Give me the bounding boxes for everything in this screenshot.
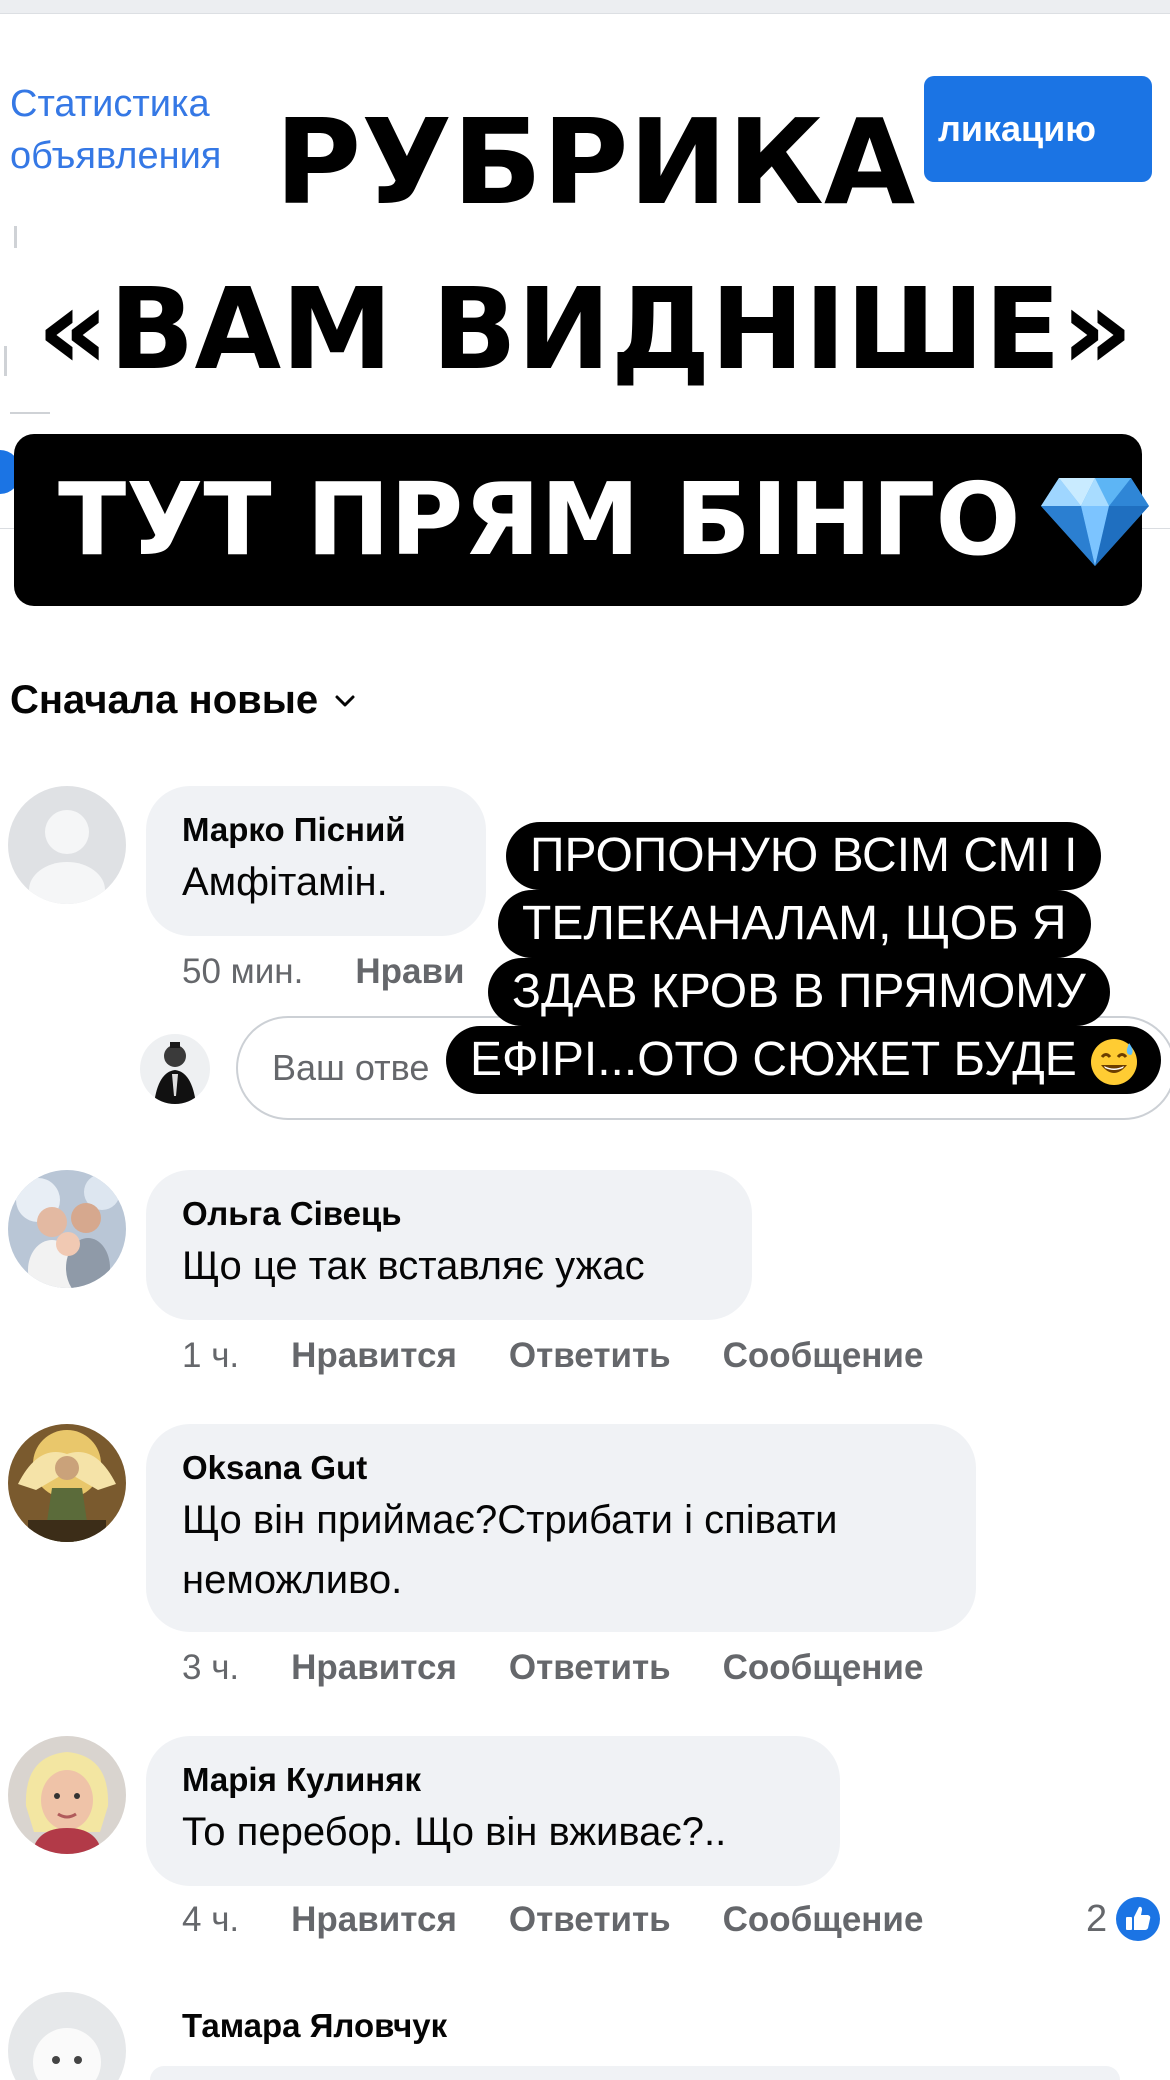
chevron-down-icon bbox=[335, 695, 355, 706]
comment-time[interactable]: 1 ч. bbox=[182, 1336, 239, 1376]
reaction-count-value: 2 bbox=[1086, 1897, 1108, 1940]
avatar[interactable] bbox=[8, 1424, 126, 1542]
gem-icon bbox=[1040, 477, 1149, 566]
avatar[interactable] bbox=[8, 1170, 126, 1288]
message-button[interactable]: Сообщение bbox=[723, 1648, 924, 1688]
default-avatar-icon bbox=[29, 810, 105, 904]
comment-text: Амфітамін. bbox=[182, 860, 388, 904]
reply-button[interactable]: Ответить bbox=[509, 1336, 671, 1376]
sweat-smile-emoji bbox=[1090, 1039, 1137, 1085]
comment-author[interactable]: Марія Кулиняк bbox=[182, 1758, 804, 1802]
quote-line: ЗДАВ КРОВ В ПРЯМОМУ bbox=[488, 958, 1110, 1026]
like-button[interactable]: Нравится bbox=[291, 1336, 457, 1376]
comment-actions: 4 ч. Нравится Ответить Сообщение bbox=[182, 1900, 923, 1940]
like-icon bbox=[1116, 1897, 1161, 1941]
quote-line-text: ЕФІРІ...ОТО СЮЖЕТ БУДЕ bbox=[470, 1033, 1077, 1086]
comment-time[interactable]: 4 ч. bbox=[182, 1900, 239, 1940]
comment-time[interactable]: 50 мин. bbox=[182, 952, 303, 992]
comment-author[interactable]: Ольга Сівець bbox=[182, 1192, 716, 1236]
comment-bubble: Ольга Сівець Що це так вставляє ужас bbox=[146, 1170, 752, 1320]
avatar-image bbox=[8, 1736, 126, 1854]
like-button[interactable]: Нрави bbox=[355, 952, 464, 992]
comment-bubble: Марія Кулиняк То перебор. Що він вживає?… bbox=[146, 1736, 840, 1886]
quote-line: ТЕЛЕКАНАЛАМ, ЩОБ Я bbox=[498, 890, 1091, 958]
quote-line: ПРОПОНУЮ ВСІМ СМІ І bbox=[506, 822, 1102, 890]
message-button[interactable]: Сообщение bbox=[723, 1336, 924, 1376]
user-avatar-image bbox=[154, 1042, 196, 1104]
comment-text: То перебор. Що він вживає?.. bbox=[182, 1810, 727, 1854]
avatar-image bbox=[8, 1170, 126, 1288]
user-avatar[interactable] bbox=[140, 1034, 210, 1104]
comment-actions: 50 мин. Нрави bbox=[182, 952, 464, 992]
sort-dropdown[interactable]: Сначала новые bbox=[10, 678, 356, 723]
comment-text: неможливо. bbox=[182, 1558, 403, 1602]
reply-button[interactable]: Ответить bbox=[509, 1900, 671, 1940]
avatar-image bbox=[8, 1424, 126, 1542]
comment-text: Що це так вставляє ужас bbox=[182, 1244, 645, 1288]
sort-label: Сначала новые bbox=[10, 678, 319, 722]
overlay-subtitle: «ВАМ ВИДНІШЕ» bbox=[36, 265, 1134, 395]
message-button[interactable]: Сообщение bbox=[723, 1900, 924, 1940]
comment-author[interactable]: Тамара Яловчук bbox=[182, 2004, 447, 2048]
comment-author[interactable]: Oksana Gut bbox=[182, 1446, 940, 1490]
comment-author[interactable]: Марко Пісний bbox=[182, 808, 450, 852]
comment-bubble: Марко Пісний Амфітамін. bbox=[146, 786, 486, 936]
like-button[interactable]: Нравится bbox=[291, 1900, 457, 1940]
reply-placeholder: Ваш отве bbox=[272, 1047, 430, 1088]
bingo-banner: ТУТ ПРЯМ БІНГО bbox=[14, 434, 1149, 606]
avatar[interactable] bbox=[8, 786, 126, 904]
avatar[interactable] bbox=[8, 1992, 126, 2080]
overlay-title: РУБРИКА bbox=[274, 93, 916, 231]
like-button[interactable]: Нравится bbox=[291, 1648, 457, 1688]
bingo-banner-text: ТУТ ПРЯМ БІНГО bbox=[58, 461, 1021, 578]
avatar-image bbox=[8, 1992, 126, 2080]
comment-text: Що він приймає?Стрибати і співати bbox=[182, 1498, 838, 1542]
comment-time[interactable]: 3 ч. bbox=[182, 1648, 239, 1688]
comment-bubble-edge bbox=[150, 2066, 1120, 2080]
top-bar bbox=[0, 0, 1170, 14]
reply-button[interactable]: Ответить bbox=[509, 1648, 671, 1688]
reaction-count[interactable]: 2 bbox=[1086, 1896, 1161, 1942]
avatar[interactable] bbox=[8, 1736, 126, 1854]
quote-line: ЕФІРІ...ОТО СЮЖЕТ БУДЕ bbox=[446, 1026, 1161, 1094]
comment-actions: 3 ч. Нравится Ответить Сообщение bbox=[182, 1648, 923, 1688]
comment-bubble: Oksana Gut Що він приймає?Стрибати і спі… bbox=[146, 1424, 976, 1632]
comment-actions: 1 ч. Нравится Ответить Сообщение bbox=[182, 1336, 923, 1376]
background-fragment bbox=[10, 412, 50, 414]
